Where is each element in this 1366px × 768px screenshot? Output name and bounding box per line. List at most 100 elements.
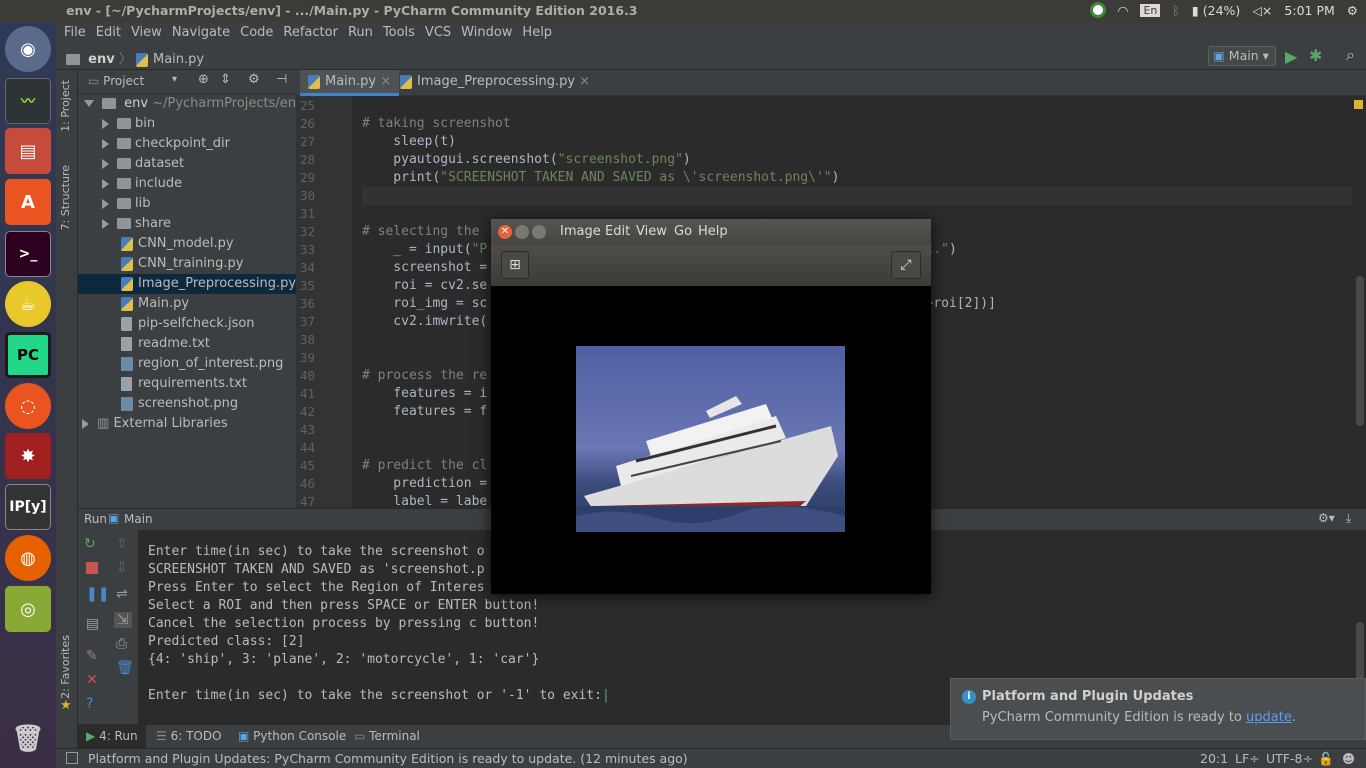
tree-folder-lib[interactable]: lib — [78, 194, 296, 214]
hide-panel-icon[interactable]: ⊣ — [276, 72, 287, 87]
menu-file[interactable]: File — [64, 25, 86, 40]
tree-folder-dataset[interactable]: dataset — [78, 154, 296, 174]
run-button[interactable]: ▶ — [1285, 47, 1297, 66]
minimize-window-button[interactable] — [515, 225, 529, 239]
tab-todo[interactable]: ☰ 6: TODO — [156, 729, 222, 743]
dump-threads-icon[interactable]: ▤ — [86, 616, 99, 632]
tree-folder-share[interactable]: share — [78, 214, 296, 234]
trash-icon[interactable]: 🗑 — [5, 716, 51, 762]
add-image-button[interactable]: ⊞ — [501, 251, 529, 279]
dropdown-arrow-icon[interactable]: ▾ — [172, 74, 177, 85]
image-viewer-menu-edit[interactable]: Edit — [605, 224, 630, 239]
file-encoding[interactable]: UTF-8÷ — [1266, 751, 1313, 766]
tab-project[interactable]: 1: Project — [59, 80, 72, 132]
terminal-icon[interactable]: >_ — [5, 231, 51, 277]
tree-folder-include[interactable]: include — [78, 174, 296, 194]
hide-run-panel-icon[interactable]: ⤓ — [1346, 511, 1351, 526]
update-notification[interactable]: i Platform and Plugin Updates PyCharm Co… — [950, 678, 1366, 740]
tab-run[interactable]: ▶ 4: Run — [78, 725, 146, 748]
pin-icon[interactable]: ✎ — [86, 648, 98, 664]
network-app-icon[interactable]: ✸ — [5, 433, 51, 479]
panel-settings-icon[interactable]: ⚙ — [248, 72, 260, 87]
teapot-app-icon[interactable]: ☕ — [5, 281, 51, 327]
menu-window[interactable]: Window — [461, 25, 512, 40]
tree-folder-checkpoint_dir[interactable]: checkpoint_dir — [78, 134, 296, 154]
menu-navigate[interactable]: Navigate — [172, 25, 230, 40]
tree-file[interactable]: readme.txt — [78, 334, 296, 354]
breadcrumb-project[interactable]: env — [88, 52, 115, 67]
close-window-button[interactable]: ✕ — [498, 225, 512, 239]
caret-position[interactable]: 20:1 — [1200, 751, 1228, 766]
image-viewer-icon[interactable]: ◎ — [5, 586, 51, 632]
stop-icon[interactable] — [86, 562, 98, 574]
status-message[interactable]: Platform and Plugin Updates: PyCharm Com… — [88, 751, 688, 766]
image-viewer-menu-view[interactable]: View — [636, 224, 667, 239]
tree-external-libraries[interactable]: ▥ External Libraries — [78, 414, 296, 434]
ipython-icon[interactable]: IP[y] — [5, 484, 51, 530]
tab-main-py[interactable]: Main.py × — [300, 70, 400, 96]
tree-file[interactable]: CNN_training.py — [78, 254, 296, 274]
pause-icon[interactable]: ❚❚ — [86, 586, 109, 602]
inspector-icon[interactable]: ☻ — [1342, 751, 1355, 766]
image-viewer-menu-go[interactable]: Go — [674, 224, 692, 239]
dash-home-icon[interactable]: ◉ — [5, 26, 51, 72]
menu-vcs[interactable]: VCS — [425, 25, 451, 40]
run-panel-settings-icon[interactable]: ⚙▾ — [1318, 511, 1335, 525]
menu-tools[interactable]: Tools — [383, 25, 415, 40]
close-tab-icon[interactable]: × — [579, 74, 590, 89]
close-tab-icon[interactable]: × — [380, 74, 391, 89]
tree-file[interactable]: pip-selfcheck.json — [78, 314, 296, 334]
scroll-to-end-icon[interactable]: ⇲ — [114, 612, 132, 628]
debug-button[interactable]: ✱ — [1309, 46, 1322, 65]
rerun-icon[interactable]: ↻ — [84, 536, 96, 552]
up-arrow-icon[interactable]: ⇧ — [116, 536, 128, 552]
ubuntu-icon[interactable]: ◌ — [5, 383, 51, 429]
image-viewer-menu-help[interactable]: Help — [698, 224, 728, 239]
menu-view[interactable]: View — [131, 25, 162, 40]
tab-favorites[interactable]: 2: Favorites — [59, 635, 72, 699]
menu-run[interactable]: Run — [348, 25, 373, 40]
tree-file[interactable]: region_of_interest.png — [78, 354, 296, 374]
pycharm-icon[interactable]: PC — [5, 332, 51, 378]
soft-wrap-icon[interactable]: ⇌ — [116, 586, 128, 602]
lock-icon[interactable]: 🔓 — [1318, 751, 1334, 767]
print-icon[interactable]: ⎙ — [116, 636, 127, 652]
tree-root[interactable]: env ~/PycharmProjects/env — [78, 94, 304, 114]
collapse-all-icon[interactable]: ⇕ — [220, 72, 231, 87]
tab-python-console[interactable]: ▣ Python Console — [238, 729, 346, 743]
tab-structure[interactable]: 7: Structure — [59, 165, 72, 230]
menu-edit[interactable]: Edit — [96, 25, 121, 40]
breadcrumb-file[interactable]: Main.py — [153, 52, 204, 67]
scroll-from-source-icon[interactable]: ⊕ — [198, 72, 209, 87]
settings-gear-icon[interactable]: ⚙ — [1347, 3, 1358, 18]
software-center-icon[interactable]: A — [5, 179, 51, 225]
volume-icon[interactable]: ◁× — [1252, 3, 1272, 18]
menu-refactor[interactable]: Refactor — [283, 25, 338, 40]
line-separator[interactable]: LF÷ — [1235, 751, 1260, 766]
menu-help[interactable]: Help — [522, 25, 552, 40]
update-link[interactable]: update — [1246, 710, 1292, 725]
tree-file-selected[interactable]: Image_Preprocessing.py — [78, 274, 296, 294]
editor-scrollbar[interactable] — [1356, 276, 1364, 426]
fullscreen-button[interactable]: ⤢ — [891, 251, 921, 279]
toggle-tool-windows-icon[interactable] — [66, 752, 78, 764]
chrome-indicator-icon[interactable] — [1089, 2, 1106, 18]
image-viewer-titlebar[interactable]: ✕ Image Edit View Go Help — [491, 219, 931, 245]
battery-indicator[interactable]: ▮ (24%) — [1192, 3, 1240, 18]
down-arrow-icon[interactable]: ⇩ — [116, 560, 128, 576]
image-viewer-menu-image[interactable]: Image — [560, 224, 601, 239]
tab-image-preprocessing-py[interactable]: Image_Preprocessing.py × — [392, 70, 598, 96]
tab-terminal[interactable]: ▭ Terminal — [354, 729, 420, 743]
clear-all-icon[interactable]: 🗑 — [116, 660, 134, 676]
wifi-icon[interactable]: ◠ — [1118, 3, 1129, 18]
firefox-icon[interactable]: ◍ — [5, 535, 51, 581]
file-manager-icon[interactable]: ▤ — [5, 128, 51, 174]
tree-folder-bin[interactable]: bin — [78, 114, 296, 134]
close-run-icon[interactable]: ✕ — [86, 672, 98, 688]
tree-file[interactable]: requirements.txt — [78, 374, 296, 394]
menu-code[interactable]: Code — [240, 25, 273, 40]
search-everywhere-icon[interactable]: ⌕ — [1346, 45, 1355, 65]
tree-file[interactable]: Main.py — [78, 294, 296, 314]
bluetooth-icon[interactable]: ᛒ — [1172, 3, 1180, 18]
tree-file[interactable]: screenshot.png — [78, 394, 296, 414]
